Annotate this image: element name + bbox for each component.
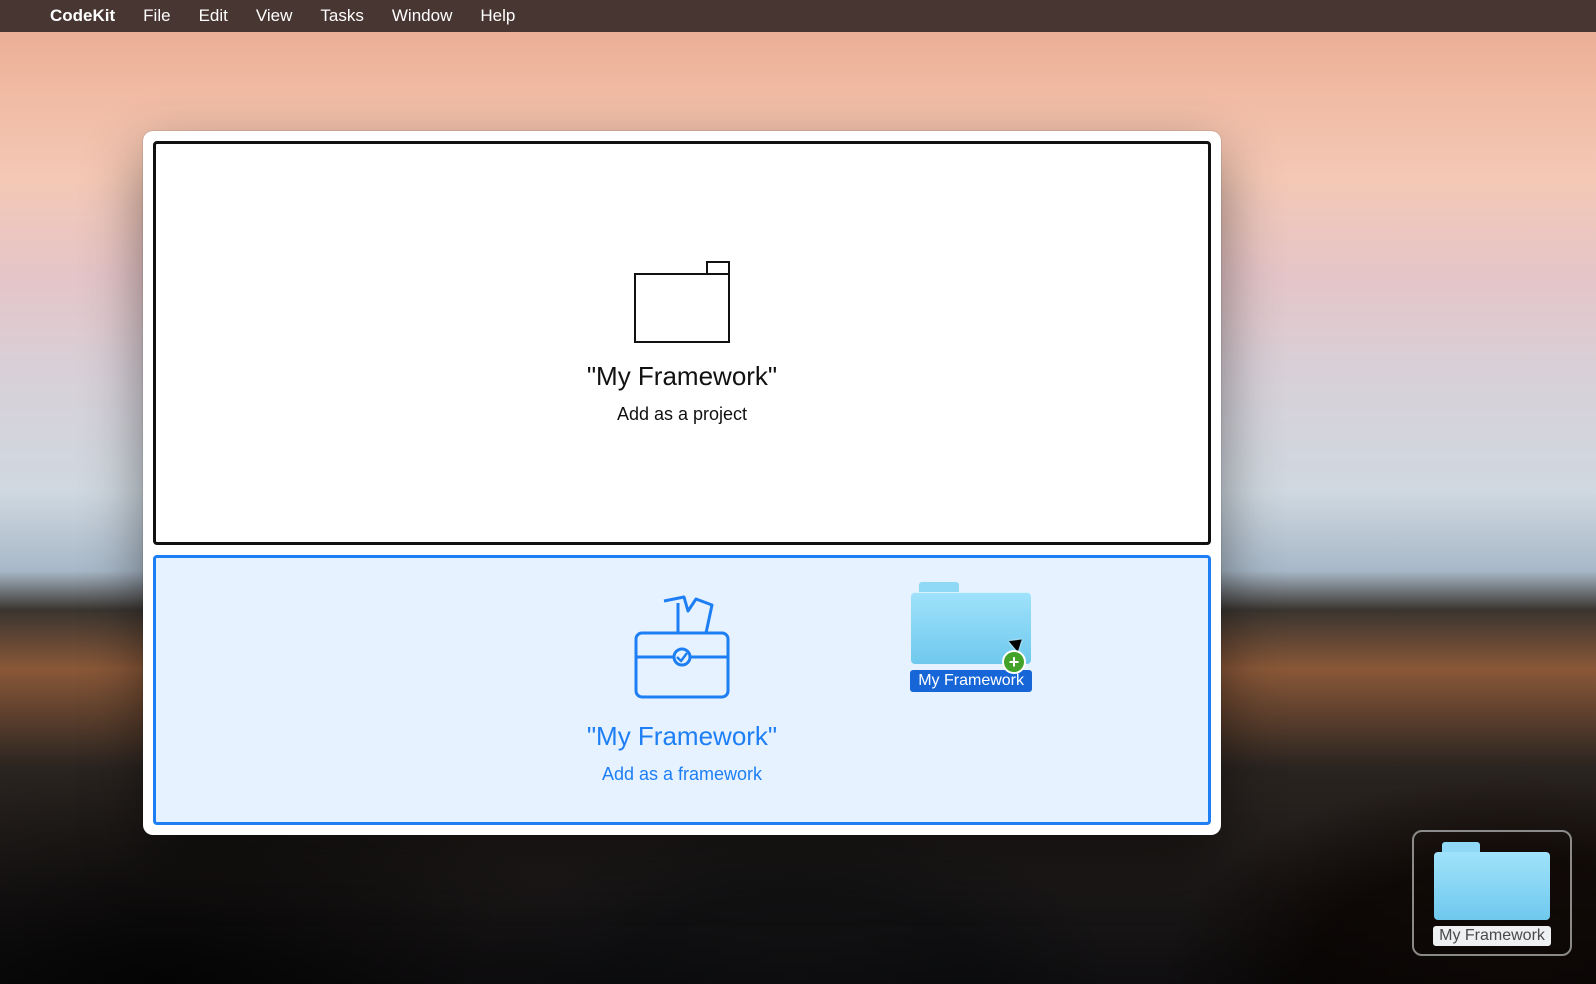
framework-drop-zone[interactable]: "My Framework" Add as a framework + My F…	[153, 555, 1211, 825]
codekit-window: "My Framework" Add as a project	[143, 131, 1221, 835]
project-zone-title: "My Framework"	[587, 361, 777, 392]
folder-outline-icon	[634, 261, 730, 343]
view-menu[interactable]: View	[256, 6, 293, 26]
framework-briefcase-icon	[630, 595, 734, 703]
tasks-menu[interactable]: Tasks	[320, 6, 363, 26]
file-menu[interactable]: File	[143, 6, 170, 26]
framework-zone-title: "My Framework"	[587, 721, 777, 752]
desktop-folder-label: My Framework	[1433, 926, 1551, 946]
framework-zone-subtitle: Add as a framework	[602, 764, 762, 785]
window-menu[interactable]: Window	[392, 6, 452, 26]
menu-bar: CodeKit File Edit View Tasks Window Help	[0, 0, 1596, 32]
app-menu[interactable]: CodeKit	[50, 6, 115, 26]
project-zone-subtitle: Add as a project	[617, 404, 747, 425]
project-drop-zone[interactable]: "My Framework" Add as a project	[153, 141, 1211, 545]
desktop-folder[interactable]: My Framework	[1418, 836, 1566, 950]
mac-folder-icon	[1434, 842, 1550, 920]
help-menu[interactable]: Help	[480, 6, 515, 26]
dragged-folder[interactable]: + My Framework	[910, 582, 1032, 692]
edit-menu[interactable]: Edit	[199, 6, 228, 26]
